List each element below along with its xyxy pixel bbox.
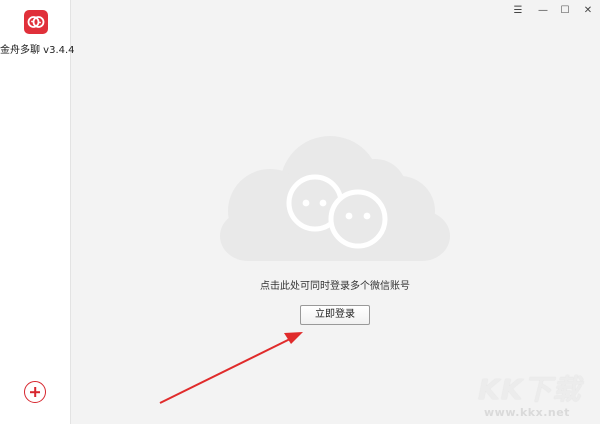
- watermark-url: www.kkx.net: [484, 406, 570, 419]
- watermark: KK下载 www.kkx.net: [478, 368, 598, 422]
- annotation-arrow-icon: [159, 332, 303, 404]
- watermark-title: KK下载: [478, 373, 582, 406]
